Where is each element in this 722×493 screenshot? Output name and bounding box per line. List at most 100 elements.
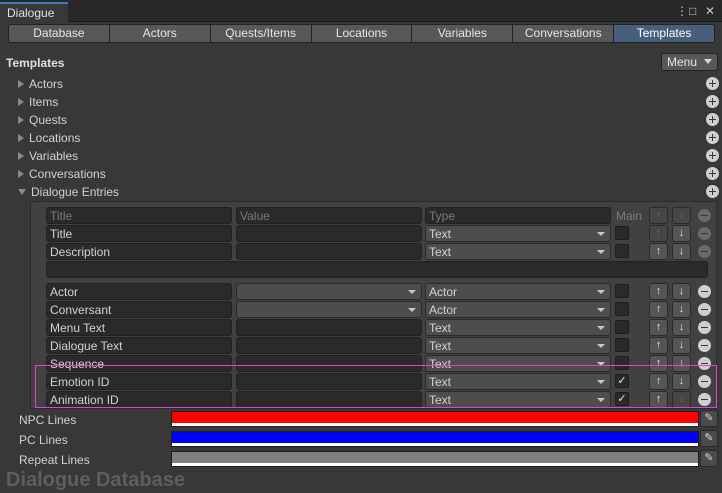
move-up-button[interactable]: ↑	[649, 373, 668, 390]
field-type-dropdown[interactable]: Actor	[425, 301, 611, 318]
main-checkbox[interactable]	[615, 284, 629, 298]
foldout-locations[interactable]: Locations	[18, 129, 80, 147]
remove-field-icon[interactable]	[698, 321, 711, 334]
description-text-area[interactable]	[46, 261, 708, 278]
move-down-button[interactable]: ↓	[672, 301, 691, 318]
field-value-input[interactable]	[236, 243, 422, 260]
maximize-icon[interactable]: □	[689, 4, 696, 18]
tab-database[interactable]: Database	[8, 24, 110, 43]
tab-locations[interactable]: Locations	[311, 24, 413, 43]
tab-variables[interactable]: Variables	[412, 24, 514, 43]
remove-field-icon[interactable]	[698, 375, 711, 388]
field-value-input[interactable]	[236, 391, 422, 408]
move-up-button[interactable]: ↑	[649, 319, 668, 336]
move-down-button[interactable]: ↓	[672, 243, 691, 260]
remove-field-icon[interactable]	[698, 357, 711, 370]
add-conversations-icon[interactable]	[706, 167, 719, 180]
window-menu-icon[interactable]: ⋮	[676, 4, 688, 18]
npc-lines-color-field[interactable]	[171, 411, 699, 427]
remove-field-icon[interactable]	[698, 285, 711, 298]
move-down-button[interactable]: ↓	[672, 355, 691, 372]
window-tab-dialogue[interactable]: Dialogue	[0, 2, 68, 22]
main-checkbox[interactable]	[615, 302, 629, 316]
move-up-button[interactable]: ↑	[649, 391, 668, 408]
tab-actors[interactable]: Actors	[109, 24, 211, 43]
alpha-bar	[172, 463, 698, 466]
field-type-dropdown[interactable]: Text	[425, 373, 611, 390]
add-actors-icon[interactable]	[706, 77, 719, 90]
field-type-dropdown[interactable]: Text	[425, 391, 611, 408]
remove-field-icon[interactable]	[698, 339, 711, 352]
move-up-button[interactable]: ↑	[649, 301, 668, 318]
field-value-dropdown[interactable]	[236, 301, 422, 318]
type-label: Text	[429, 393, 452, 407]
header-title: Title	[46, 207, 232, 224]
remove-field-icon[interactable]	[698, 303, 711, 316]
eyedropper-icon[interactable]: ✎	[700, 450, 718, 467]
field-title-input[interactable]: Conversant	[46, 301, 232, 318]
field-type-dropdown[interactable]: Text	[425, 225, 611, 242]
menu-dropdown[interactable]: Menu	[661, 53, 718, 71]
repeat-lines-label: Repeat Lines	[19, 453, 90, 467]
field-title-input[interactable]: Actor	[46, 283, 232, 300]
foldout-quests[interactable]: Quests	[18, 111, 67, 129]
repeat-lines-color-field[interactable]	[171, 451, 699, 467]
main-checkbox[interactable]	[615, 226, 629, 240]
main-checkbox[interactable]: ✓	[615, 374, 629, 388]
field-type-dropdown[interactable]: Text	[425, 243, 611, 260]
main-checkbox[interactable]	[615, 356, 629, 370]
field-value-input[interactable]	[236, 355, 422, 372]
add-locations-icon[interactable]	[706, 131, 719, 144]
tab-conversations[interactable]: Conversations	[513, 24, 615, 43]
foldout-items[interactable]: Items	[18, 93, 58, 111]
pc-lines-color-field[interactable]	[171, 431, 699, 447]
field-title-input[interactable]: Description	[46, 243, 232, 260]
foldout-dialogue-entries[interactable]: Dialogue Entries	[18, 183, 119, 201]
field-type-dropdown[interactable]: Actor	[425, 283, 611, 300]
add-quests-icon[interactable]	[706, 113, 719, 126]
add-items-icon[interactable]	[706, 95, 719, 108]
move-up-button[interactable]: ↑	[649, 283, 668, 300]
foldout-variables[interactable]: Variables	[18, 147, 78, 165]
chevron-right-icon	[18, 170, 24, 178]
eyedropper-icon[interactable]: ✎	[700, 430, 718, 447]
main-checkbox[interactable]: ✓	[615, 392, 629, 406]
field-title-input[interactable]: Title	[46, 225, 232, 242]
move-down-button[interactable]: ↓	[672, 225, 691, 242]
field-value-input[interactable]	[236, 373, 422, 390]
field-title-input[interactable]: Sequence	[46, 355, 232, 372]
field-title-input[interactable]: Emotion ID	[46, 373, 232, 390]
field-value-input[interactable]	[236, 337, 422, 354]
tab-quests-items[interactable]: Quests/Items	[210, 24, 312, 43]
main-checkbox[interactable]	[615, 320, 629, 334]
field-title-input[interactable]: Dialogue Text	[46, 337, 232, 354]
move-down-button[interactable]: ↓	[672, 337, 691, 354]
field-title-input[interactable]: Menu Text	[46, 319, 232, 336]
add-variables-icon[interactable]	[706, 149, 719, 162]
field-value-input[interactable]	[236, 319, 422, 336]
field-type-dropdown[interactable]: Text	[425, 319, 611, 336]
move-down-button[interactable]: ↓	[672, 283, 691, 300]
field-value-dropdown[interactable]	[236, 283, 422, 300]
field-title-input[interactable]: Animation ID	[46, 391, 232, 408]
move-up-button[interactable]: ↑	[649, 243, 668, 260]
chevron-down-icon	[597, 290, 605, 294]
type-label: Text	[429, 227, 452, 241]
close-icon[interactable]: ✕	[705, 4, 715, 18]
field-value-input[interactable]	[236, 225, 422, 242]
field-type-dropdown[interactable]: Text	[425, 337, 611, 354]
move-down-button: ↓	[672, 391, 691, 408]
add-dialogue-entries-icon[interactable]	[706, 185, 719, 198]
field-type-dropdown[interactable]: Text	[425, 355, 611, 372]
remove-field-icon[interactable]	[698, 393, 711, 406]
move-up-button[interactable]: ↑	[649, 355, 668, 372]
move-down-button[interactable]: ↓	[672, 373, 691, 390]
foldout-actors[interactable]: Actors	[18, 75, 63, 93]
main-checkbox[interactable]	[615, 338, 629, 352]
eyedropper-icon[interactable]: ✎	[700, 410, 718, 427]
move-down-button[interactable]: ↓	[672, 319, 691, 336]
move-up-button[interactable]: ↑	[649, 337, 668, 354]
foldout-conversations[interactable]: Conversations	[18, 165, 106, 183]
tab-templates[interactable]: Templates	[614, 24, 716, 43]
main-checkbox[interactable]	[615, 244, 629, 258]
